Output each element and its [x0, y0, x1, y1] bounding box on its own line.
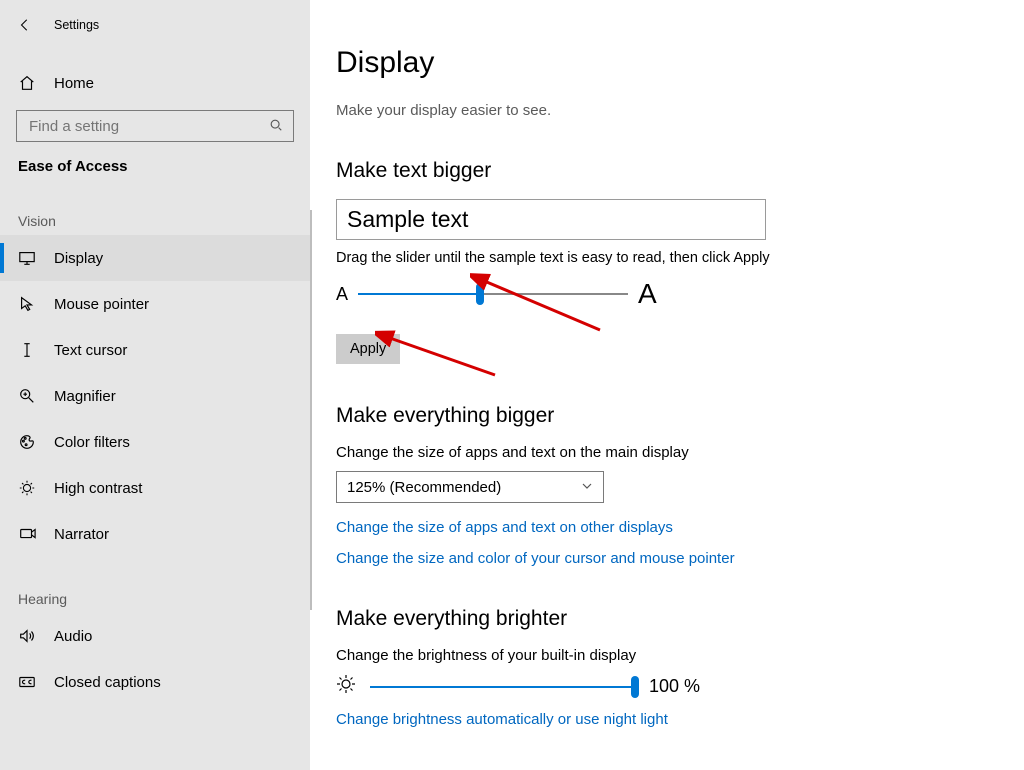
- narrator-icon: [18, 525, 36, 543]
- cc-icon: [18, 673, 36, 691]
- section-make-text-bigger: Make text bigger: [336, 159, 984, 183]
- group-vision: Vision: [0, 179, 310, 235]
- sidebar-item-display[interactable]: Display: [0, 235, 310, 281]
- text-size-slider[interactable]: [358, 284, 628, 304]
- audio-icon: [18, 627, 36, 645]
- scale-description: Change the size of apps and text on the …: [336, 444, 984, 461]
- sidebar-item-label: High contrast: [54, 480, 142, 497]
- sidebar: Settings Home Ease of Access Visi: [0, 0, 310, 770]
- text-cursor-icon: [18, 341, 36, 359]
- titlebar: Settings: [0, 8, 310, 42]
- main-content: Display Make your display easier to see.…: [310, 0, 1024, 770]
- sidebar-item-label: Display: [54, 250, 103, 267]
- sidebar-item-label: Magnifier: [54, 388, 116, 405]
- sidebar-item-high-contrast[interactable]: High contrast: [0, 465, 310, 511]
- brightness-value: 100 %: [649, 676, 700, 697]
- brightness-icon: [336, 674, 356, 699]
- sidebar-item-label: Narrator: [54, 526, 109, 543]
- brightness-description: Change the brightness of your built-in d…: [336, 647, 984, 664]
- brightness-slider[interactable]: [370, 677, 635, 697]
- text-slider-hint: Drag the slider until the sample text is…: [336, 250, 984, 266]
- sidebar-item-label: Closed captions: [54, 674, 161, 691]
- display-icon: [18, 249, 36, 267]
- sidebar-category: Ease of Access: [0, 142, 310, 179]
- contrast-icon: [18, 479, 36, 497]
- section-make-everything-bigger: Make everything bigger: [336, 404, 984, 428]
- sidebar-item-text-cursor[interactable]: Text cursor: [0, 327, 310, 373]
- scroll-indicator[interactable]: [310, 210, 312, 610]
- apply-button[interactable]: Apply: [336, 334, 400, 364]
- sidebar-home[interactable]: Home: [0, 62, 310, 104]
- sidebar-item-audio[interactable]: Audio: [0, 613, 310, 659]
- sidebar-item-label: Audio: [54, 628, 92, 645]
- sidebar-item-color-filters[interactable]: Color filters: [0, 419, 310, 465]
- link-cursor-settings[interactable]: Change the size and color of your cursor…: [336, 550, 984, 567]
- home-label: Home: [54, 75, 94, 92]
- home-icon: [18, 74, 36, 92]
- big-a-label: A: [638, 278, 657, 310]
- back-icon[interactable]: [18, 18, 32, 32]
- scale-dropdown[interactable]: 125% (Recommended): [336, 471, 604, 503]
- sidebar-item-label: Color filters: [54, 434, 130, 451]
- search-input[interactable]: [27, 117, 269, 136]
- page-subtitle: Make your display easier to see.: [336, 102, 984, 119]
- small-a-label: A: [336, 284, 348, 305]
- page-title: Display: [336, 46, 984, 80]
- sidebar-item-label: Mouse pointer: [54, 296, 149, 313]
- search-icon: [269, 118, 285, 134]
- palette-icon: [18, 433, 36, 451]
- scale-selected: 125% (Recommended): [347, 479, 501, 496]
- sample-text-box: Sample text: [336, 199, 766, 240]
- chevron-down-icon: [581, 479, 593, 496]
- link-night-light[interactable]: Change brightness automatically or use n…: [336, 711, 984, 728]
- cursor-icon: [18, 295, 36, 313]
- sidebar-item-mouse-pointer[interactable]: Mouse pointer: [0, 281, 310, 327]
- sidebar-item-narrator[interactable]: Narrator: [0, 511, 310, 557]
- sidebar-item-closed-captions[interactable]: Closed captions: [0, 659, 310, 705]
- magnifier-icon: [18, 387, 36, 405]
- window-title: Settings: [54, 18, 99, 32]
- sidebar-item-magnifier[interactable]: Magnifier: [0, 373, 310, 419]
- search-field[interactable]: [16, 110, 294, 142]
- link-other-displays[interactable]: Change the size of apps and text on othe…: [336, 519, 984, 536]
- section-make-everything-brighter: Make everything brighter: [336, 607, 984, 631]
- sidebar-item-label: Text cursor: [54, 342, 127, 359]
- group-hearing: Hearing: [0, 557, 310, 613]
